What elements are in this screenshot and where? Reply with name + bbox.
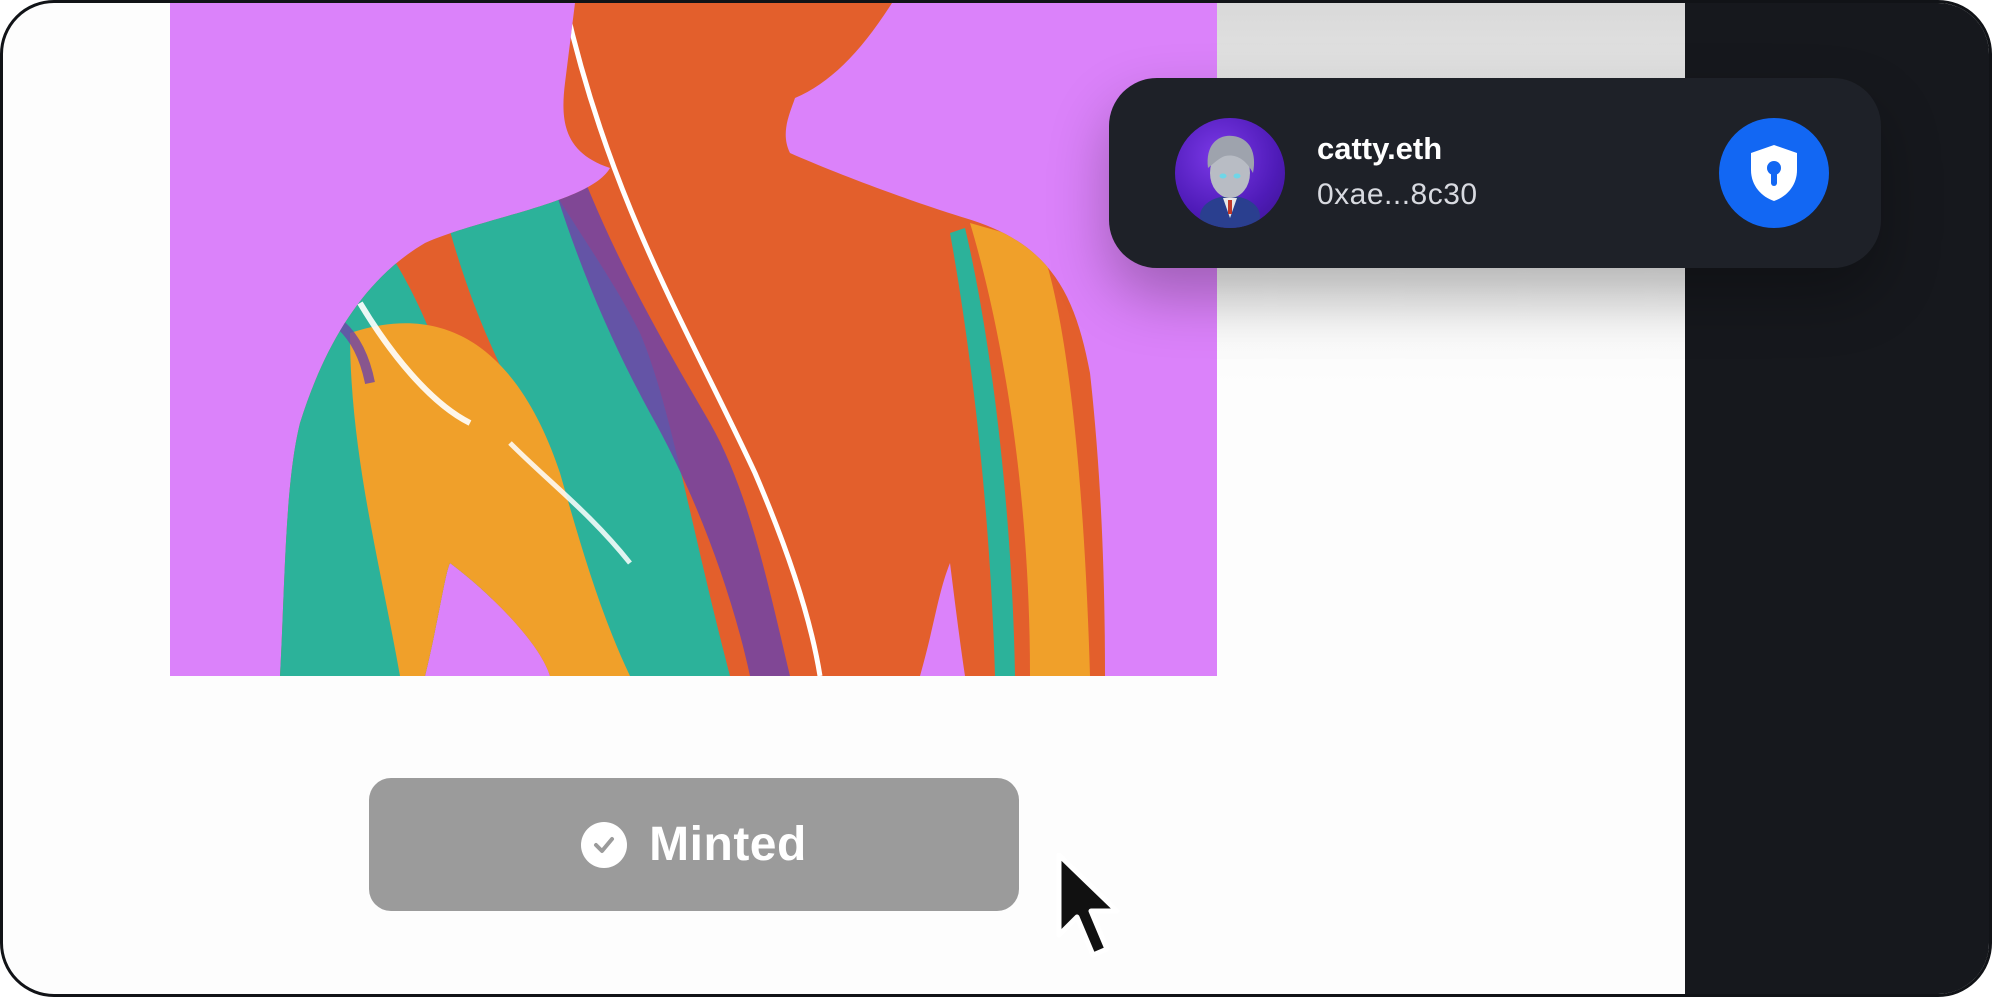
avatar-icon (1175, 118, 1285, 228)
nft-artwork (170, 3, 1217, 676)
wallet-card[interactable]: catty.eth 0xae...8c30 (1109, 78, 1881, 268)
security-shield-button[interactable] (1719, 118, 1829, 228)
artwork-figure (170, 3, 1217, 676)
minted-label: Minted (649, 818, 807, 871)
mouse-pointer-icon (1056, 853, 1120, 958)
wallet-address: 0xae...8c30 (1317, 178, 1478, 211)
shield-keyhole-icon (1751, 145, 1797, 201)
wallet-name: catty.eth (1317, 131, 1443, 166)
app-frame: Minted catty.eth 0xae...8c30 (0, 0, 1992, 997)
check-circle-icon (581, 821, 628, 868)
minted-button[interactable]: Minted (369, 778, 1019, 911)
